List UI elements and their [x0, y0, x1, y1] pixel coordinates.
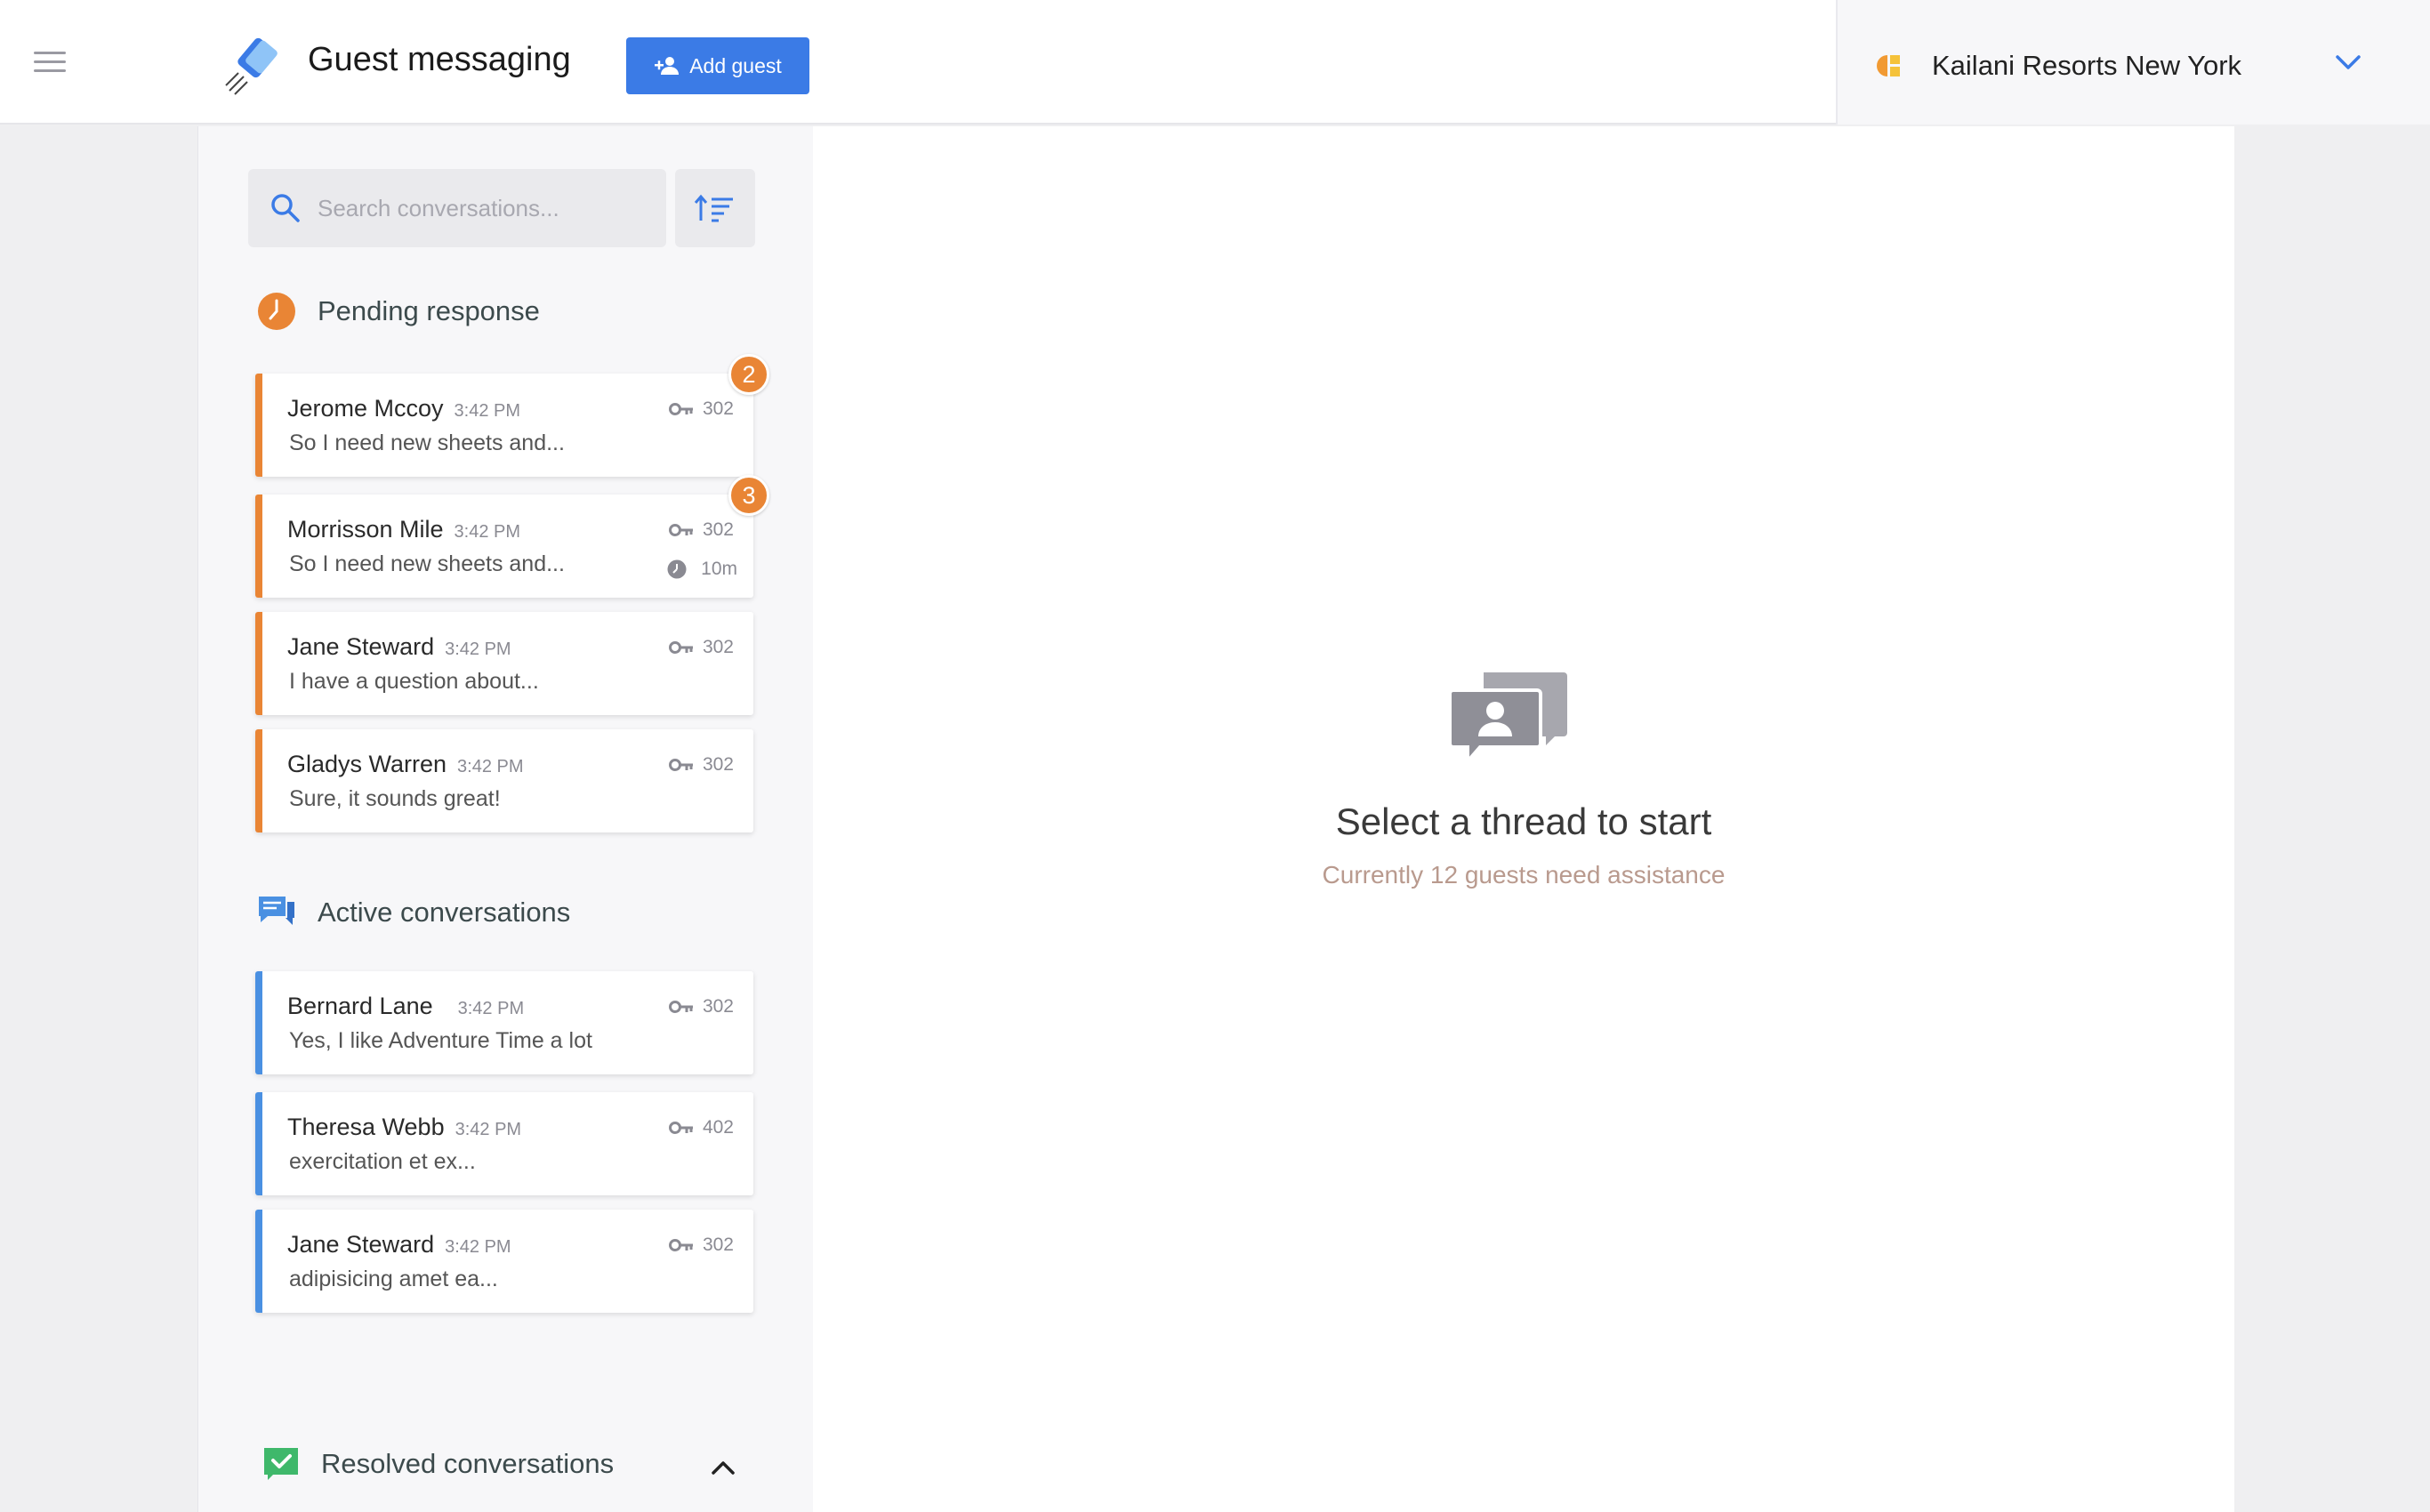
conversation-card[interactable]: Jerome Mccoy 3:42 PM So I need new sheets… [255, 374, 753, 477]
add-user-icon [655, 57, 680, 75]
clock-icon [258, 293, 295, 330]
search-icon [271, 194, 300, 222]
status-bar [255, 495, 262, 598]
guest-name-row: Jerome Mccoy 3:42 PM [287, 395, 520, 422]
key-icon [668, 1001, 693, 1013]
room-number: 302 [668, 1235, 734, 1256]
message-time: 3:42 PM [457, 757, 524, 776]
guest-name-row: Morrisson Mile 3:42 PM [287, 516, 520, 543]
guest-name-row: Bernard Lane 3:42 PM [287, 993, 524, 1020]
status-bar [255, 612, 262, 715]
message-time: 3:42 PM [454, 522, 521, 542]
message-time: 3:42 PM [454, 401, 521, 421]
room-number: 302 [668, 519, 734, 541]
empty-state-title: Select a thread to start [1335, 800, 1712, 842]
status-bar [255, 971, 262, 1074]
active-section-title: Active conversations [318, 897, 571, 928]
empty-state-subtitle: Currently 12 guests need assistance [1322, 861, 1726, 889]
resolved-section-title: Resolved conversations [321, 1448, 615, 1479]
room-number: 302 [668, 398, 734, 420]
key-icon [668, 759, 693, 771]
guest-name: Bernard Lane [287, 993, 433, 1019]
guest-name-row: Gladys Warren 3:42 PM [287, 751, 524, 778]
room-number: 302 [668, 637, 734, 658]
property-name: Kailani Resorts New York [1932, 50, 2242, 81]
room-label: 302 [702, 637, 734, 657]
sort-icon [694, 194, 733, 222]
conversation-card[interactable]: Morrisson Mile 3:42 PM So I need new shee… [255, 495, 753, 598]
chat-icon [259, 897, 294, 925]
status-bar [255, 1210, 262, 1313]
status-bar [255, 374, 262, 477]
thread-panel: Select a thread to start Currently 12 gu… [813, 126, 2234, 1512]
guest-name: Theresa Webb [287, 1114, 445, 1140]
message-preview: I have a question about... [289, 669, 539, 694]
conversation-card[interactable]: Bernard Lane 3:42 PM Yes, I like Adventur… [255, 971, 753, 1074]
wait-label: 10m [701, 559, 737, 579]
message-time: 3:42 PM [457, 999, 525, 1018]
add-guest-label: Add guest [689, 53, 782, 77]
property-logo-icon [1877, 55, 1900, 76]
status-bar [255, 1092, 262, 1195]
page-title: Guest messaging [308, 41, 571, 78]
room-number: 302 [668, 996, 734, 1017]
unread-badge: 2 [728, 354, 769, 395]
room-label: 302 [702, 398, 734, 419]
sort-button[interactable] [675, 169, 755, 247]
message-preview: exercitation et ex... [289, 1149, 476, 1174]
message-preview: Sure, it sounds great! [289, 786, 501, 811]
menu-icon[interactable] [34, 52, 66, 75]
add-guest-button[interactable]: Add guest [626, 37, 809, 94]
guest-name: Jane Steward [287, 633, 435, 660]
message-preview: Yes, I like Adventure Time a lot [289, 1028, 592, 1053]
room-number: 302 [668, 754, 734, 776]
conversation-card[interactable]: Theresa Webb 3:42 PM exercitation et ex..… [255, 1092, 753, 1195]
wait-time: 10m [667, 559, 737, 580]
guest-name: Morrisson Mile [287, 516, 444, 543]
property-selector[interactable]: Kailani Resorts New York [1836, 0, 2430, 125]
chevron-up-icon[interactable] [711, 1459, 736, 1476]
app-logo [225, 37, 278, 95]
guest-name: Gladys Warren [287, 751, 447, 777]
search-input[interactable] [318, 194, 656, 222]
key-icon [668, 524, 693, 536]
message-time: 3:42 PM [455, 1120, 522, 1139]
guest-name-row: Jane Steward 3:42 PM [287, 633, 511, 661]
status-bar [255, 729, 262, 832]
conversation-sidebar: Pending response Jerome Mccoy 3:42 PM So … [197, 126, 813, 1512]
message-preview: adipisicing amet ea... [289, 1267, 498, 1291]
guest-name-row: Theresa Webb 3:42 PM [287, 1114, 521, 1141]
resolved-section-header[interactable]: Resolved conversations [262, 1446, 614, 1482]
key-icon [668, 641, 693, 654]
room-label: 402 [702, 1117, 734, 1138]
active-section-header: Active conversations [257, 893, 570, 932]
top-bar: Guest messaging Add guest Kailani Resort… [0, 0, 2430, 125]
guest-name: Jane Steward [287, 1231, 435, 1258]
pending-section-title: Pending response [318, 295, 540, 326]
key-icon [668, 1122, 693, 1134]
room-label: 302 [702, 996, 734, 1017]
guest-name: Jerome Mccoy [287, 395, 444, 422]
guest-name-row: Jane Steward 3:42 PM [287, 1231, 511, 1259]
clock-icon [667, 559, 687, 579]
key-icon [668, 403, 693, 415]
room-label: 302 [702, 1235, 734, 1255]
key-icon [668, 1239, 693, 1251]
chat-threads-icon [1450, 672, 1567, 767]
unread-badge: 3 [728, 475, 769, 516]
conversation-card[interactable]: Gladys Warren 3:42 PM Sure, it sounds gre… [255, 729, 753, 832]
check-icon [264, 1448, 298, 1480]
message-preview: So I need new sheets and... [289, 551, 565, 576]
conversation-card[interactable]: Jane Steward 3:42 PM I have a question ab… [255, 612, 753, 715]
pending-section-header: Pending response [257, 292, 540, 331]
message-preview: So I need new sheets and... [289, 430, 565, 455]
message-time: 3:42 PM [445, 639, 511, 659]
room-label: 302 [702, 519, 734, 540]
search-box[interactable] [248, 169, 666, 247]
message-time: 3:42 PM [445, 1237, 511, 1257]
conversation-card[interactable]: Jane Steward 3:42 PM adipisicing amet ea.… [255, 1210, 753, 1313]
room-number: 402 [668, 1117, 734, 1138]
chevron-down-icon[interactable] [2334, 52, 2362, 73]
room-label: 302 [702, 754, 734, 775]
